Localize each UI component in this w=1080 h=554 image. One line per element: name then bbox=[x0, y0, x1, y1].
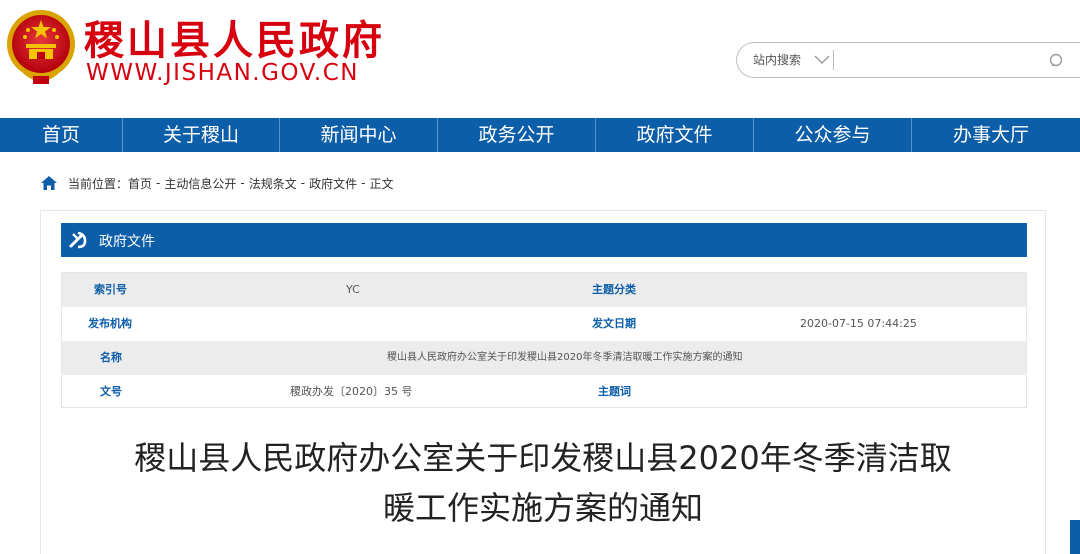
section-header: 政府文件 bbox=[61, 223, 1027, 257]
article-title-line: 暖工作实施方案的通知 bbox=[382, 489, 703, 527]
breadcrumb-item-current: 正文 bbox=[369, 176, 394, 191]
breadcrumb-item-gov-documents[interactable]: 政府文件 bbox=[309, 175, 357, 192]
side-float-tab[interactable] bbox=[1070, 520, 1080, 554]
name-label: 名称 bbox=[100, 351, 122, 364]
site-search: 站内搜索 bbox=[736, 42, 1080, 78]
breadcrumb-separator: - bbox=[361, 176, 366, 190]
section-title: 政府文件 bbox=[99, 234, 155, 250]
breadcrumb-item-public-info[interactable]: 主动信息公开 bbox=[164, 175, 236, 192]
article-title: 稷山县人民政府办公室关于印发稷山县2020年冬季清洁取 暖工作实施方案的通知 bbox=[41, 433, 1045, 533]
nav-item-participation[interactable]: 公众参与 bbox=[754, 118, 912, 152]
nav-item-news[interactable]: 新闻中心 bbox=[280, 118, 438, 152]
site-header: 稷山县人民政府 WWW.JISHAN.GOV.CN 站内搜索 bbox=[0, 0, 1080, 118]
name-value: 稷山县人民政府办公室关于印发稷山县2020年冬季清洁取暖工作实施方案的通知 bbox=[387, 352, 743, 363]
metadata-row: 发布机构 发文日期 2020-07-15 07:44:25 bbox=[62, 307, 1026, 341]
nav-item-gov-documents[interactable]: 政府文件 bbox=[596, 118, 754, 152]
nav-item-about[interactable]: 关于稷山 bbox=[123, 118, 280, 152]
search-icon[interactable] bbox=[1047, 51, 1067, 71]
breadcrumb-item-home[interactable]: 首页 bbox=[128, 175, 152, 192]
chevron-down-icon[interactable] bbox=[811, 49, 833, 69]
document-metadata-table: 索引号 YC 主题分类 发布机构 发文日期 2020-07-15 07:44:2… bbox=[61, 272, 1027, 408]
nav-item-service-hall[interactable]: 办事大厅 bbox=[912, 118, 1070, 152]
site-title: 稷山县人民政府 bbox=[84, 18, 385, 64]
nav-item-home[interactable]: 首页 bbox=[0, 118, 123, 152]
breadcrumb-separator: - bbox=[156, 176, 161, 190]
date-value: 2020-07-15 07:44:25 bbox=[800, 317, 917, 330]
national-emblem-icon bbox=[7, 10, 75, 84]
site-url: WWW.JISHAN.GOV.CN bbox=[86, 60, 359, 86]
search-scope-label[interactable]: 站内搜索 bbox=[753, 51, 801, 68]
docno-label: 文号 bbox=[100, 385, 122, 398]
breadcrumb-prefix: 当前位置： bbox=[68, 176, 129, 191]
article-title-line: 稷山县人民政府办公室关于印发稷山县2020年冬季清洁取 bbox=[134, 439, 952, 477]
docno-value: 稷政办发〔2020〕35 号 bbox=[290, 385, 413, 398]
index-label: 索引号 bbox=[94, 283, 127, 296]
metadata-row: 文号 稷政办发〔2020〕35 号 主题词 bbox=[62, 375, 1026, 409]
home-icon bbox=[41, 176, 57, 190]
nav-item-gov-affairs[interactable]: 政务公开 bbox=[438, 118, 596, 152]
metadata-row: 名称 稷山县人民政府办公室关于印发稷山县2020年冬季清洁取暖工作实施方案的通知 bbox=[62, 341, 1026, 375]
main-nav: 首页 关于稷山 新闻中心 政务公开 政府文件 公众参与 办事大厅 bbox=[0, 118, 1080, 152]
party-emblem-icon bbox=[69, 231, 87, 249]
date-label: 发文日期 bbox=[592, 317, 636, 330]
breadcrumb-item-regulations[interactable]: 法规条文 bbox=[249, 175, 297, 192]
document-card: 政府文件 索引号 YC 主题分类 发布机构 发文日期 2020-07-15 07… bbox=[40, 210, 1046, 554]
breadcrumb: 当前位置： 首页 - 主动信息公开 - 法规条文 - 政府文件 - 正文 bbox=[40, 173, 393, 193]
search-input[interactable] bbox=[837, 47, 1037, 73]
search-divider bbox=[833, 50, 834, 70]
index-value: YC bbox=[346, 283, 360, 296]
breadcrumb-separator: - bbox=[300, 176, 306, 190]
metadata-row: 索引号 YC 主题分类 bbox=[62, 273, 1026, 307]
publisher-label: 发布机构 bbox=[88, 317, 132, 330]
category-label: 主题分类 bbox=[592, 283, 636, 296]
keywords-label: 主题词 bbox=[598, 385, 631, 398]
breadcrumb-separator: - bbox=[240, 176, 245, 190]
